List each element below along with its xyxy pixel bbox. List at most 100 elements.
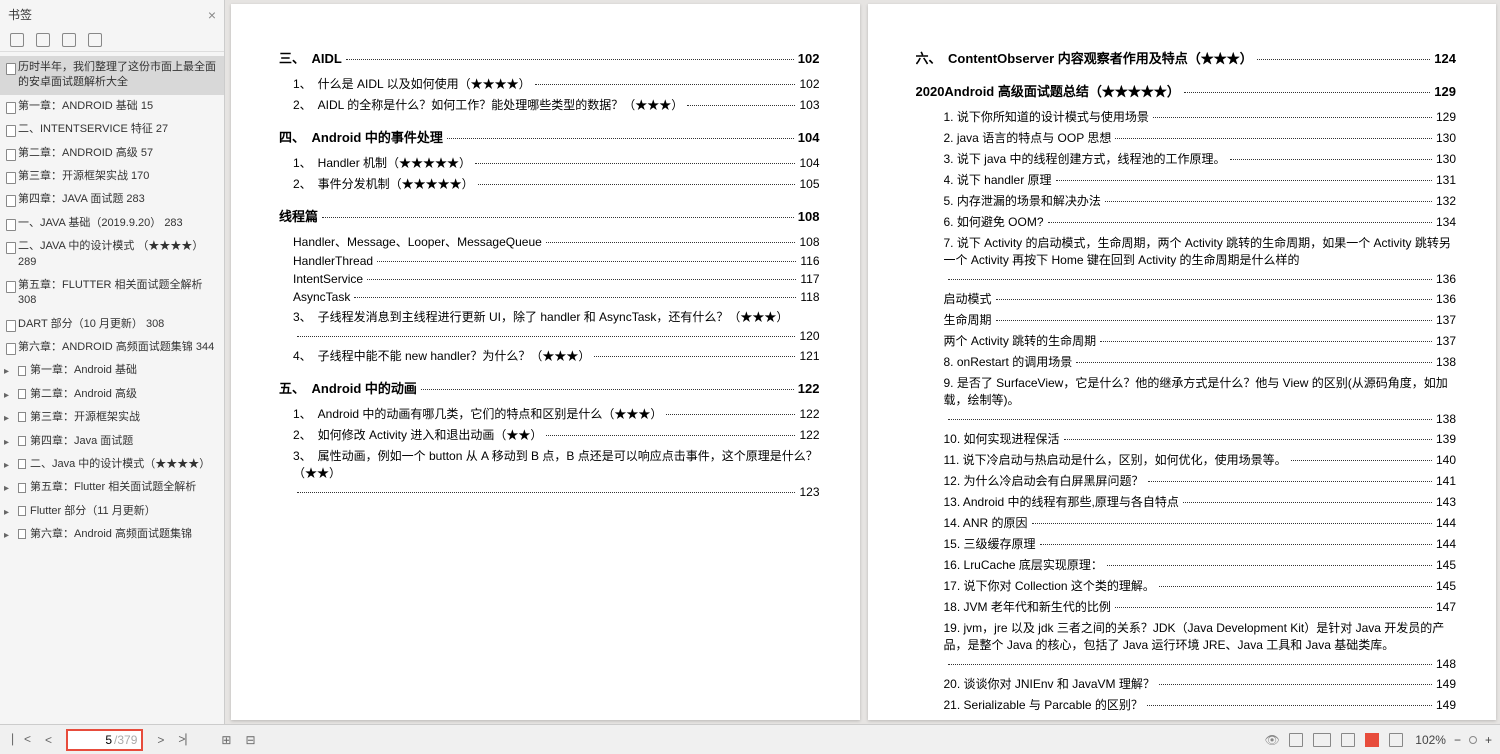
bookmark-item[interactable]: ▸第六章：Android 高频面试题集锦 (0, 523, 224, 546)
chevron-right-icon[interactable]: ▸ (4, 389, 9, 403)
toc-entry[interactable]: 三、 AIDL102 (279, 48, 820, 67)
toc-entry[interactable]: 6. 如何避免 OOM?134 (944, 213, 1457, 230)
close-icon[interactable]: × (208, 7, 216, 23)
toc-entry[interactable]: 3、 属性动画，例如一个 button 从 A 移动到 B 点，B 点还是可以响… (293, 447, 820, 481)
bookmark-item[interactable]: 二、INTENTSERVICE 特征 27 (0, 118, 224, 141)
toc-entry[interactable]: 7. 说下 Activity 的启动模式，生命周期，两个 Activity 跳转… (944, 234, 1457, 268)
record-icon[interactable] (1365, 733, 1379, 747)
toc-entry[interactable]: 3、 子线程发消息到主线程进行更新 UI，除了 handler 和 AsyncT… (293, 308, 820, 325)
page-input[interactable] (72, 733, 112, 747)
toc-entry[interactable]: 启动模式136 (944, 290, 1457, 307)
toc-entry[interactable]: 13. Android 中的线程有那些,原理与各自特点143 (944, 493, 1457, 510)
toc-entry[interactable]: 1、 什么是 AIDL 以及如何使用（★★★★）102 (293, 75, 820, 92)
toc-entry[interactable]: 14. ANR 的原因144 (944, 514, 1457, 531)
bookmark-item[interactable]: ▸第三章：开源框架实战 (0, 406, 224, 429)
bookmark-item[interactable]: 二、JAVA 中的设计模式 （★★★★） 289 (0, 235, 224, 274)
toc-entry[interactable]: Handler、Message、Looper、MessageQueue108 (293, 233, 820, 250)
bookmark-item[interactable]: 历时半年，我们整理了这份市面上最全面的安卓面试题解析大全 (0, 56, 224, 95)
single-page-icon[interactable] (1289, 733, 1303, 747)
collapse-icon[interactable] (36, 33, 50, 47)
toc-entry[interactable]: 2、 AIDL 的全称是什么？如何工作？能处理哪些类型的数据？（★★★）103 (293, 96, 820, 113)
toc-entry[interactable]: 生命周期137 (944, 311, 1457, 328)
toc-entry[interactable]: 8. onRestart 的调用场景138 (944, 353, 1457, 370)
toc-entry[interactable]: 2、 事件分发机制（★★★★★）105 (293, 175, 820, 192)
chevron-right-icon[interactable]: ▸ (4, 365, 9, 379)
first-page-button[interactable]: ⎸< (8, 732, 35, 747)
two-page-icon[interactable] (1313, 733, 1331, 747)
bookmark-item[interactable]: DART 部分（10 月更新） 308 (0, 313, 224, 336)
chevron-right-icon[interactable]: ▸ (4, 506, 9, 520)
toc-entry[interactable]: 11. 说下冷启动与热启动是什么，区别，如何优化，使用场景等。140 (944, 451, 1457, 468)
toc-entry[interactable]: 1、 Handler 机制（★★★★★）104 (293, 154, 820, 171)
toc-entry[interactable]: AsyncTask118 (293, 290, 820, 304)
toc-entry[interactable]: 5. 内存泄漏的场景和解决办法132 (944, 192, 1457, 209)
toc-entry[interactable]: 17. 说下你对 Collection 这个类的理解。145 (944, 577, 1457, 594)
toc-entry[interactable]: IntentService117 (293, 272, 820, 286)
toc-entry[interactable]: 四、 Android 中的事件处理104 (279, 127, 820, 146)
sidebar-title: 书签 (8, 6, 32, 23)
toc-entry[interactable]: 18. JVM 老年代和新生代的比例147 (944, 598, 1457, 615)
toc-entry[interactable]: 1、 Android 中的动画有哪几类，它们的特点和区别是什么（★★★）122 (293, 405, 820, 422)
toc-entry[interactable]: 10. 如何实现进程保活139 (944, 430, 1457, 447)
toc-entry[interactable]: 4. 说下 handler 原理131 (944, 171, 1457, 188)
toc-entry[interactable]: 两个 Activity 跳转的生命周期137 (944, 332, 1457, 349)
bookmark-item[interactable]: 第二章：ANDROID 高级 57 (0, 142, 224, 165)
toc-entry[interactable]: 五、 Android 中的动画122 (279, 378, 820, 397)
scroll-icon[interactable] (1341, 733, 1355, 747)
fit-page-icon[interactable]: ⊞ (217, 733, 235, 747)
zoom-out-button[interactable]: − (1454, 733, 1461, 747)
bookmark-add-icon[interactable] (62, 33, 76, 47)
toc-entry[interactable]: 19. jvm，jre 以及 jdk 三者之间的关系？JDK（Java Deve… (944, 619, 1457, 653)
bookmark-item[interactable]: 第三章：开源框架实战 170 (0, 165, 224, 188)
prev-page-button[interactable]: < (41, 733, 56, 747)
last-page-button[interactable]: >⎸ (174, 732, 201, 747)
chevron-right-icon[interactable]: ▸ (4, 412, 9, 426)
page-total: /379 (114, 733, 137, 747)
toc-entry[interactable]: 16. LruCache 底层实现原理：145 (944, 556, 1457, 573)
toc-entry[interactable]: 3. 说下 java 中的线程创建方式，线程池的工作原理。130 (944, 150, 1457, 167)
toc-entry[interactable]: HandlerThread116 (293, 254, 820, 268)
fit-width-icon[interactable]: ⊟ (241, 733, 259, 747)
sidebar-toolbar (0, 29, 224, 52)
bookmark-list: 历时半年，我们整理了这份市面上最全面的安卓面试题解析大全第一章：ANDROID … (0, 52, 224, 551)
toc-entry[interactable]: 线程篇108 (279, 206, 820, 225)
bookmark-item[interactable]: ▸二、Java 中的设计模式（★★★★） (0, 453, 224, 476)
next-page-button[interactable]: > (153, 733, 168, 747)
toc-entry[interactable]: 2、 如何修改 Activity 进入和退出动画（★★）122 (293, 426, 820, 443)
toc-entry[interactable]: 9. 是否了 SurfaceView，它是什么？他的继承方式是什么？他与 Vie… (944, 374, 1457, 408)
bookmark-item[interactable]: 第六章：ANDROID 高频面试题集锦 344 (0, 336, 224, 359)
bookmark-item[interactable]: ▸第五章：Flutter 相关面试题全解析 (0, 476, 224, 499)
bookmark-item[interactable]: 第一章：ANDROID 基础 15 (0, 95, 224, 118)
zoom-label: 102% (1415, 733, 1446, 747)
toc-entry[interactable]: 12. 为什么冷启动会有白屏黑屏问题？141 (944, 472, 1457, 489)
bookmark-item[interactable]: ▸第一章：Android 基础 (0, 359, 224, 382)
eye-icon[interactable] (1265, 733, 1279, 747)
bookmark-outline-icon[interactable] (88, 33, 102, 47)
bookmark-item[interactable]: ▸第四章：Java 面试题 (0, 430, 224, 453)
chevron-right-icon[interactable]: ▸ (4, 529, 9, 543)
bookmark-item[interactable]: 第四章：JAVA 面试题 283 (0, 188, 224, 211)
toc-entry[interactable]: 六、 ContentObserver 内容观察者作用及特点（★★★）124 (916, 48, 1457, 67)
zoom-reset-button[interactable] (1469, 736, 1477, 744)
toc-entry[interactable]: 15. 三级缓存原理144 (944, 535, 1457, 552)
toc-entry[interactable]: 2020Android 高级面试题总结（★★★★★）129 (916, 81, 1457, 100)
chevron-right-icon[interactable]: ▸ (4, 482, 9, 496)
bookmark-item[interactable]: 第五章：FLUTTER 相关面试题全解析 308 (0, 274, 224, 313)
toc-entry[interactable]: 1. 说下你所知道的设计模式与使用场景129 (944, 108, 1457, 125)
toc-entry[interactable]: 2. java 语言的特点与 OOP 思想130 (944, 129, 1457, 146)
bookmark-item[interactable]: 一、JAVA 基础（2019.9.20） 283 (0, 212, 224, 235)
chevron-right-icon[interactable]: ▸ (4, 459, 9, 473)
page-left: 三、 AIDL102 1、 什么是 AIDL 以及如何使用（★★★★）102 2、 … (231, 4, 860, 720)
toc-entry[interactable]: 20. 谈谈你对 JNIEnv 和 JavaVM 理解？149 (944, 675, 1457, 692)
layout-icon[interactable] (1389, 733, 1403, 747)
bookmark-item[interactable]: ▸Flutter 部分（11 月更新） (0, 500, 224, 523)
zoom-in-button[interactable]: + (1485, 733, 1492, 747)
toc-entry[interactable]: 21. Serializable 与 Parcable 的区别？149 (944, 696, 1457, 713)
bookmark-item[interactable]: ▸第二章：Android 高级 (0, 383, 224, 406)
toc-entry[interactable]: 4、 子线程中能不能 new handler？为什么？（★★★）121 (293, 347, 820, 364)
expand-icon[interactable] (10, 33, 24, 47)
document-view: 三、 AIDL102 1、 什么是 AIDL 以及如何使用（★★★★）102 2、 … (227, 0, 1500, 724)
status-bar: ⎸< < /379 > >⎸ ⊞ ⊟ 102% − + (0, 724, 1500, 754)
chevron-right-icon[interactable]: ▸ (4, 436, 9, 450)
page-input-highlight: /379 (66, 729, 143, 751)
